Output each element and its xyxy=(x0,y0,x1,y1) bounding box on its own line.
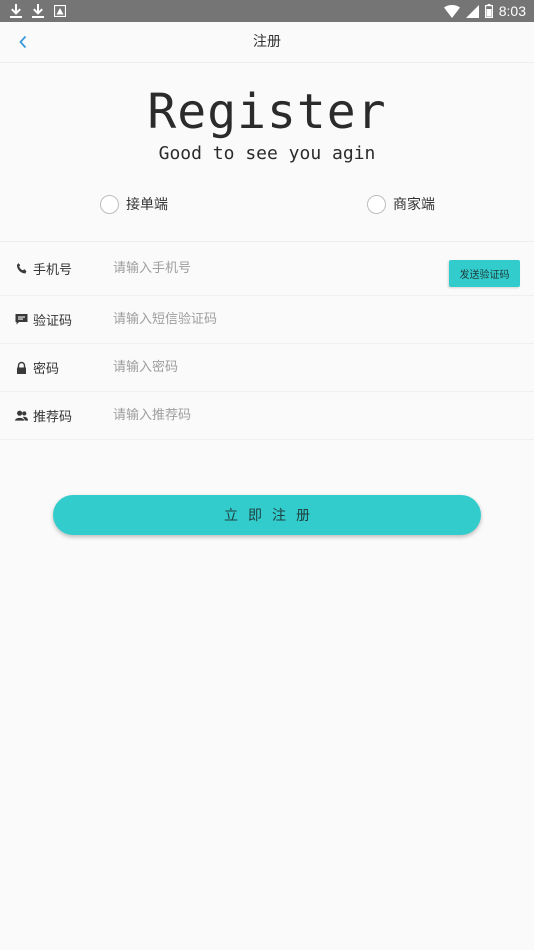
send-code-button[interactable]: 发送验证码 xyxy=(449,260,520,287)
register-button[interactable]: 立即注册 xyxy=(53,495,481,535)
role-option-taker[interactable]: 接单端 xyxy=(100,193,168,215)
cell-signal-icon xyxy=(465,4,479,18)
register-form: 手机号 发送验证码 验证码 密码 推荐码 xyxy=(0,241,534,440)
message-icon xyxy=(15,313,28,326)
chevron-left-icon xyxy=(18,34,28,53)
radio-button[interactable] xyxy=(100,194,119,214)
referral-input[interactable] xyxy=(113,400,433,431)
phone-row: 手机号 发送验证码 xyxy=(0,242,534,296)
role-option-label: 商家端 xyxy=(393,197,435,213)
password-row: 密码 xyxy=(0,344,534,392)
users-icon xyxy=(15,409,28,422)
hero-title: Register xyxy=(147,84,387,140)
password-input[interactable] xyxy=(113,352,433,383)
download-icon xyxy=(10,4,22,18)
role-option-merchant[interactable]: 商家端 xyxy=(367,193,435,215)
radio-button[interactable] xyxy=(367,194,386,214)
status-bar-notifications xyxy=(10,4,66,18)
phone-label: 手机号 xyxy=(33,263,73,278)
code-row: 验证码 xyxy=(0,296,534,344)
app-bar: 注册 xyxy=(0,22,534,63)
hero-subtitle: Good to see you agin xyxy=(158,143,376,164)
download-icon xyxy=(32,4,44,18)
battery-icon xyxy=(484,4,493,18)
lock-icon xyxy=(15,361,28,374)
wifi-icon xyxy=(443,4,460,18)
phone-icon xyxy=(15,262,28,275)
code-label: 验证码 xyxy=(33,314,73,329)
code-input[interactable] xyxy=(113,304,433,335)
back-button[interactable] xyxy=(10,30,36,56)
password-label: 密码 xyxy=(33,362,60,377)
image-notification-icon xyxy=(54,5,66,17)
referral-label: 推荐码 xyxy=(33,410,73,425)
page-title: 注册 xyxy=(253,34,281,50)
role-option-label: 接单端 xyxy=(126,197,168,213)
referral-row: 推荐码 xyxy=(0,392,534,440)
status-time: 8:03 xyxy=(498,3,526,19)
status-bar: 8:03 xyxy=(0,0,534,22)
status-bar-system: 8:03 xyxy=(443,3,526,19)
phone-input[interactable] xyxy=(113,253,433,284)
